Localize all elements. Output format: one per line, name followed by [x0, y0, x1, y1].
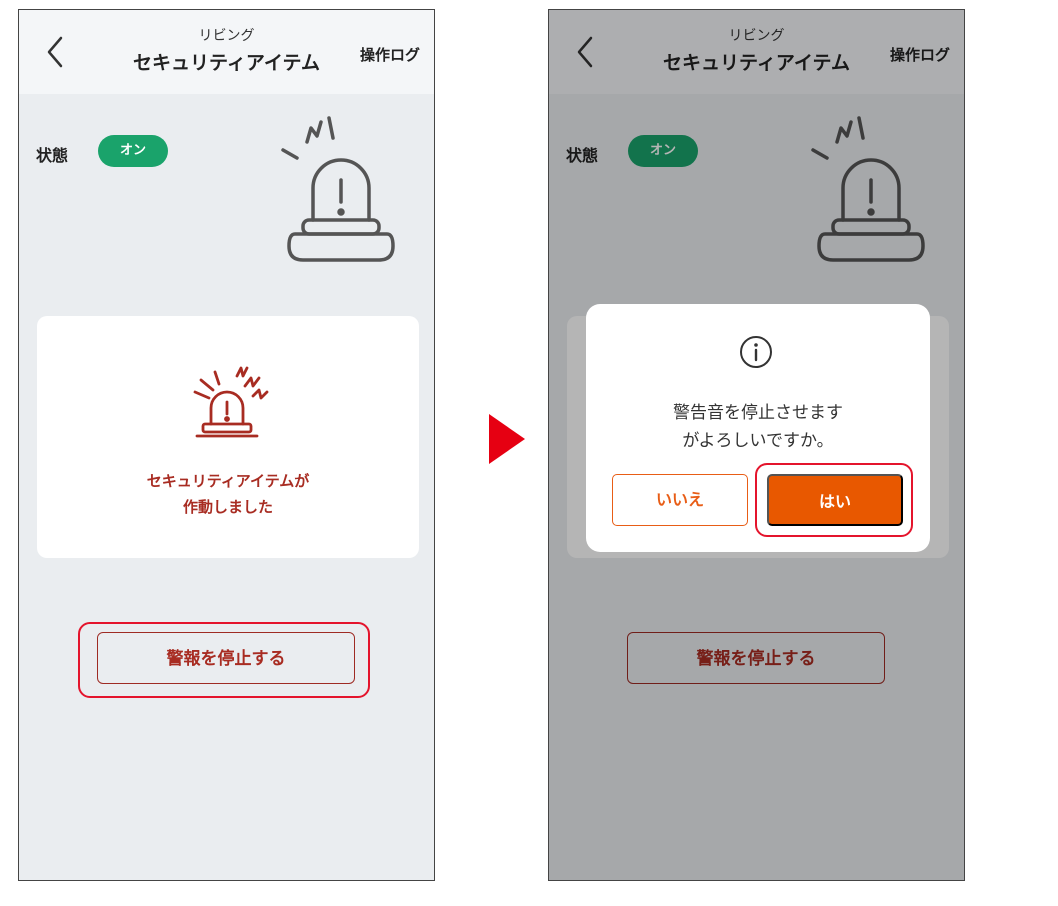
dialog-message-line1: 警告音を停止させます	[673, 403, 843, 423]
alert-message-line1: セキュリティアイテムが	[146, 472, 310, 490]
info-icon	[740, 336, 772, 368]
confirm-dialog: 警告音を停止させます がよろしいですか。 いいえ はい	[586, 304, 930, 552]
phone-screen-before: リビング セキュリティアイテム 操作ログ 状態 オン セキュリティアイテムが 作…	[18, 9, 435, 881]
status-label: 状態	[36, 146, 69, 165]
highlight-frame	[78, 622, 370, 698]
app-header: リビング セキュリティアイテム 操作ログ	[19, 10, 434, 94]
dialog-message-line2: がよろしいですか。	[682, 431, 834, 451]
siren-icon	[281, 116, 395, 262]
phone-screen-after: リビング セキュリティアイテム 操作ログ 状態 オン 警報を停止する 警告音を停…	[548, 9, 965, 881]
alert-card: セキュリティアイテムが 作動しました	[37, 316, 419, 558]
operation-log-link[interactable]: 操作ログ	[360, 44, 420, 65]
alert-message-line2: 作動しました	[182, 498, 273, 516]
status-badge: オン	[98, 135, 168, 167]
no-button[interactable]: いいえ	[612, 474, 748, 526]
arrow-right-icon	[489, 414, 525, 464]
alarm-icon	[193, 366, 269, 438]
room-subtitle: リビング	[198, 28, 255, 44]
highlight-frame	[755, 463, 913, 537]
